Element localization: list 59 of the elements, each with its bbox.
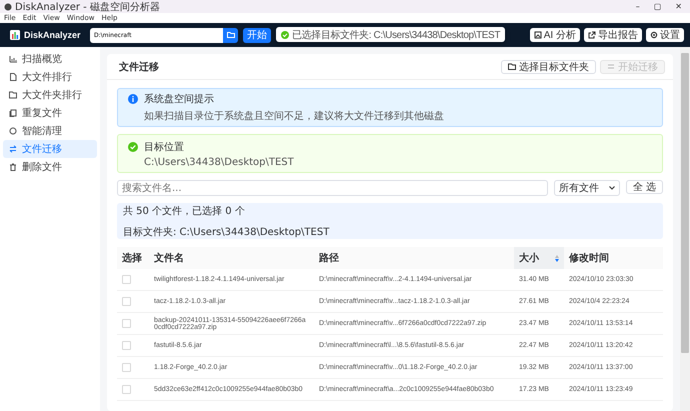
trash-icon (9, 163, 17, 171)
column-header: 文件名 (149, 247, 314, 269)
sidebar-item[interactable]: 扫描概览 (3, 50, 97, 68)
folder-icon (508, 63, 516, 70)
circle-icon (9, 127, 17, 135)
logo-icon (10, 30, 20, 40)
checkbox[interactable] (122, 385, 131, 394)
column-header: 选择 (117, 247, 149, 269)
column-header: 路径 (314, 247, 514, 269)
sidebar-item[interactable]: 大文件夹排行 (3, 86, 97, 104)
column-header[interactable]: 大小 (514, 247, 564, 269)
export-button[interactable]: 导出报告 (584, 28, 642, 42)
toast-message: 已选择目标文件夹: C:\Users\34438\Desktop\TEST (292, 28, 500, 42)
success-icon (128, 142, 138, 152)
select-all-button[interactable]: 全 选 (626, 180, 663, 194)
alert-text: 如果扫描目录位于系统盘且空间不足，建议将大文件迁移到其他磁盘 (143, 110, 445, 123)
browse-folder-button[interactable] (223, 28, 238, 42)
image-icon (534, 31, 542, 39)
sidebar-item[interactable]: 文件迁移 (3, 140, 97, 158)
sort-icon[interactable] (555, 254, 559, 262)
settings-icon (650, 31, 658, 39)
summary-text: 目标文件夹: C:\Users\34438\Desktop\TEST (123, 226, 330, 238)
info-icon (128, 94, 138, 104)
checkbox[interactable] (122, 297, 131, 306)
copy-icon (9, 109, 17, 117)
folder-icon (226, 32, 234, 38)
column-header: 修改时间 (564, 247, 663, 269)
minimize-button[interactable]: – (636, 2, 640, 11)
filter-dropdown[interactable]: 所有文件 (554, 180, 620, 196)
alert-title: 系统盘空间提示 (144, 92, 214, 106)
maximize-button[interactable]: ▢ (654, 2, 662, 11)
checkbox[interactable] (122, 363, 131, 372)
ai-button[interactable]: AI 分析 (530, 28, 580, 42)
close-button[interactable]: ✕ (675, 2, 682, 11)
file-icon (9, 73, 17, 81)
panel-title: 文件迁移 (119, 60, 160, 74)
success-icon (281, 30, 289, 38)
external-link-icon (588, 31, 596, 39)
sidebar-item[interactable]: 大文件排行 (3, 68, 97, 86)
select-folder-button[interactable]: 选择目标文件夹 (501, 60, 596, 74)
checkbox[interactable] (122, 319, 131, 328)
app-icon (4, 2, 12, 10)
app-name: DiskAnalyzer (24, 30, 81, 40)
summary-text: 共 50 个文件，已选择 0 个 (123, 204, 246, 218)
sidebar-item[interactable]: 重复文件 (3, 104, 97, 122)
folder-icon (9, 91, 17, 99)
scan-button[interactable]: 开始 (243, 28, 271, 42)
search-field[interactable]: 搜索文件名... (117, 180, 548, 196)
checkbox[interactable] (122, 275, 131, 284)
window-title: DiskAnalyzer - 磁盘空间分析器 (15, 0, 160, 14)
sidebar-item[interactable]: 删除文件 (3, 158, 97, 176)
chart-icon (9, 55, 17, 63)
settings-button[interactable]: 设置 (646, 28, 684, 42)
alert-title: 目标位置 (144, 140, 184, 154)
checkbox[interactable] (122, 341, 131, 350)
scrollbar-thumb[interactable] (681, 53, 689, 353)
chevron-icon (608, 186, 615, 190)
alert-text: C:\Users\34438\Desktop\TEST (143, 156, 295, 168)
sidebar-item[interactable]: 智能清理 (3, 122, 97, 140)
